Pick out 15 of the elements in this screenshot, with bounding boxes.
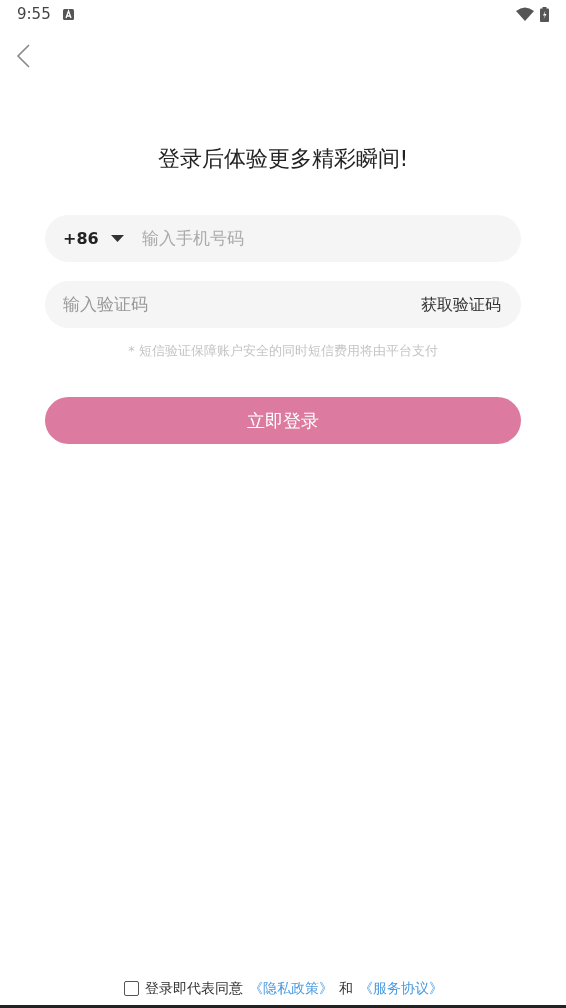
get-code-link[interactable]: 获取验证码: [421, 292, 501, 317]
country-code-selector[interactable]: +86: [63, 226, 124, 251]
phone-field[interactable]: +86 输入手机号码: [45, 215, 521, 262]
agreement-joiner: 和: [338, 979, 353, 998]
wifi-icon: [516, 7, 534, 21]
status-time: 9:55: [17, 3, 51, 25]
back-icon: [16, 43, 32, 69]
keyboard-icon: [62, 8, 74, 20]
dropdown-icon: [110, 235, 124, 242]
code-field[interactable]: 输入验证码 获取验证码: [45, 281, 521, 328]
battery-icon: [540, 6, 549, 22]
back-button[interactable]: [16, 43, 32, 69]
agreement-checkbox[interactable]: [123, 981, 139, 996]
agreement-text: 登录即代表同意: [144, 979, 243, 998]
page-title: 登录后体验更多精彩瞬间!: [156, 145, 410, 173]
